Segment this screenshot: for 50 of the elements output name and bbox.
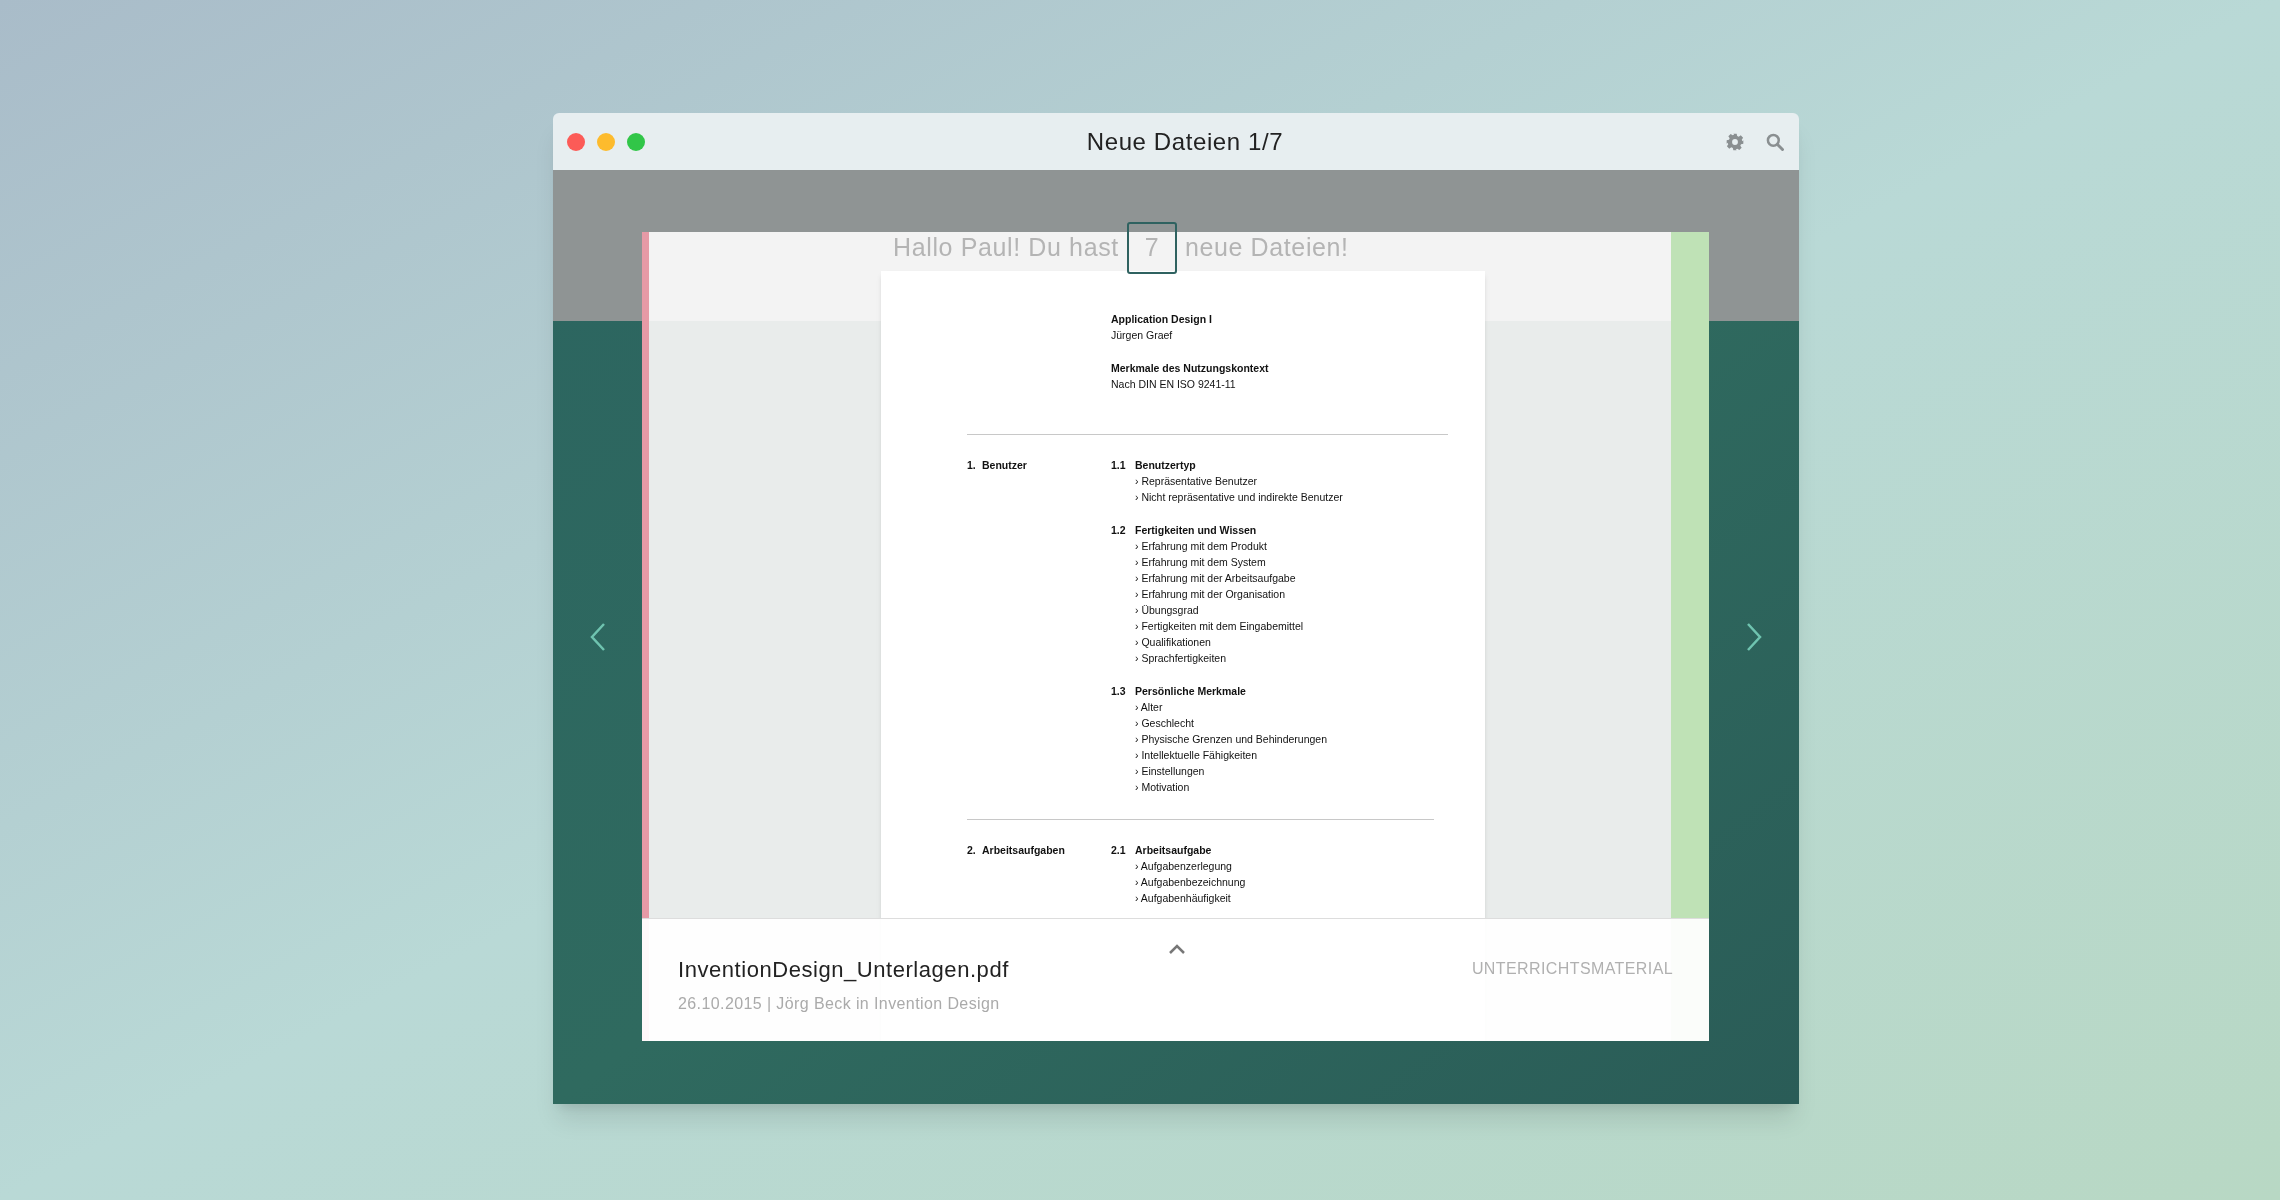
document-author: Jürgen Graef bbox=[1111, 328, 1174, 343]
list-item: › Aufgabenzerlegung bbox=[1135, 859, 1232, 874]
list-item: › Physische Grenzen und Behinderungen bbox=[1135, 732, 1328, 747]
settings-icon[interactable] bbox=[1725, 131, 1745, 152]
section-title: Arbeitsaufgaben bbox=[982, 843, 1065, 858]
subsection-number: 1.1 bbox=[1111, 458, 1127, 473]
list-item: › Erfahrung mit der Organisation bbox=[1135, 587, 1285, 602]
list-item: › Erfahrung mit der Arbeitsaufgabe bbox=[1135, 571, 1296, 586]
subsection-title: Benutzertyp bbox=[1135, 458, 1196, 473]
maximize-button[interactable] bbox=[627, 132, 645, 151]
subsection-title: Fertigkeiten und Wissen bbox=[1135, 523, 1257, 538]
window-title: Neue Dateien 1/7 bbox=[1086, 126, 1284, 157]
list-item: › Fertigkeiten mit dem Eingabemittel bbox=[1135, 619, 1304, 634]
list-item: › Intellektuelle Fähigkeiten bbox=[1135, 748, 1257, 763]
close-button[interactable] bbox=[567, 132, 585, 151]
list-item: › Erfahrung mit dem Produkt bbox=[1135, 539, 1267, 554]
section-title: Benutzer bbox=[982, 458, 1027, 473]
file-name: InventionDesign_Unterlagen.pdf bbox=[678, 956, 1009, 984]
list-item: › Sprachfertigkeiten bbox=[1135, 651, 1227, 666]
file-meta: 26.10.2015 | Jörg Beck in Invention Design bbox=[678, 994, 1000, 1014]
subsection-title: Persönliche Merkmale bbox=[1135, 684, 1246, 699]
document-norm: Nach DIN EN ISO 9241-11 bbox=[1111, 377, 1237, 392]
chevron-right-icon[interactable] bbox=[1746, 621, 1762, 652]
list-item: › Geschlecht bbox=[1135, 716, 1194, 731]
chevron-up-icon[interactable] bbox=[1168, 944, 1186, 955]
subsection-number: 2.1 bbox=[1111, 843, 1127, 858]
list-item: › Qualifikationen bbox=[1135, 635, 1211, 650]
greeting-text: neue Dateien! bbox=[1184, 232, 1349, 264]
document-title: Application Design I bbox=[1111, 312, 1213, 327]
chevron-left-icon[interactable] bbox=[589, 621, 606, 652]
section-number: 1. bbox=[967, 458, 977, 473]
subsection-number: 1.2 bbox=[1111, 523, 1127, 538]
list-item: › Einstellungen bbox=[1135, 764, 1205, 779]
search-icon[interactable] bbox=[1765, 131, 1785, 152]
subsection-number: 1.3 bbox=[1111, 684, 1127, 699]
list-item: › Motivation bbox=[1135, 780, 1190, 795]
subsection-title: Arbeitsaufgabe bbox=[1135, 843, 1212, 858]
list-item: › Aufgabenhäufigkeit bbox=[1135, 891, 1231, 906]
document-subtitle: Merkmale des Nutzungskontext bbox=[1111, 361, 1270, 376]
file-count: 7 bbox=[1126, 222, 1177, 274]
section-number: 2. bbox=[967, 843, 977, 858]
list-item: › Aufgabenbezeichnung bbox=[1135, 875, 1246, 890]
minimize-button[interactable] bbox=[597, 132, 615, 151]
list-item: › Alter bbox=[1135, 700, 1163, 715]
list-item: › Repräsentative Benutzer bbox=[1135, 474, 1257, 489]
list-item: › Übungsgrad bbox=[1135, 603, 1199, 618]
category-label: UNTERRICHTSMATERIAL bbox=[1471, 959, 1673, 979]
list-item: › Erfahrung mit dem System bbox=[1135, 555, 1266, 570]
list-item: › Nicht repräsentative und indirekte Benutzer bbox=[1135, 490, 1343, 505]
greeting-text: Hallo Paul! Du hast bbox=[893, 232, 1119, 264]
